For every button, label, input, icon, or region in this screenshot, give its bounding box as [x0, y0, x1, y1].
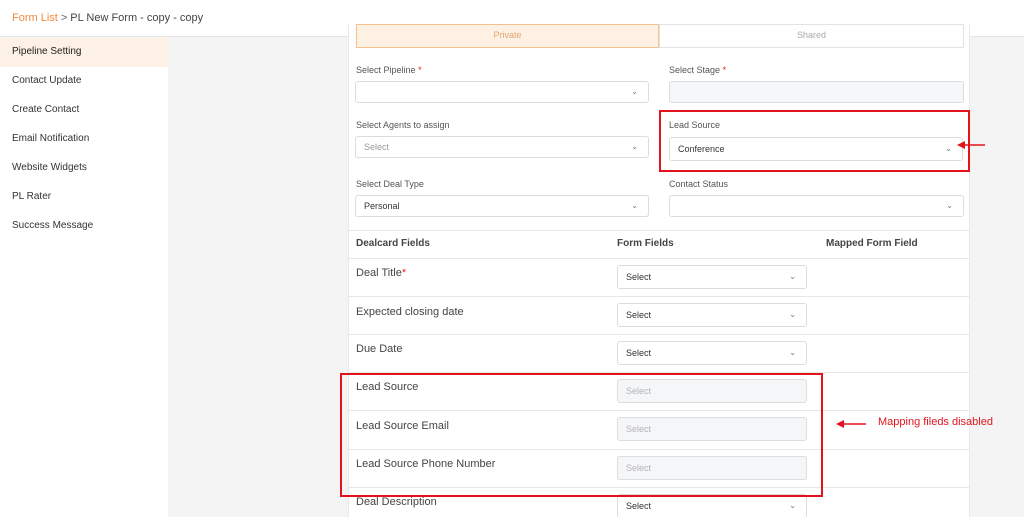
sidebar-item-pl-rater[interactable]: PL Rater	[0, 183, 168, 212]
header-dealcard-fields: Dealcard Fields	[356, 238, 430, 249]
sidebar-item-email-notification[interactable]: Email Notification	[0, 125, 168, 154]
breadcrumb-separator: >	[60, 12, 68, 24]
chevron-down-icon: ⌄	[631, 87, 638, 96]
deal-title-field-value: Select	[626, 272, 652, 282]
annotation-note: Mapping fileds disabled	[878, 416, 993, 428]
chevron-down-icon: ⌄	[789, 501, 796, 510]
due-date-field-value: Select	[626, 348, 652, 358]
required-mark: *	[418, 65, 422, 75]
pipeline-label: Select Pipeline *	[356, 65, 422, 75]
row-label-due-date: Due Date	[356, 343, 403, 355]
table-divider	[348, 258, 970, 259]
lead-source-highlight-box	[659, 110, 970, 172]
chevron-down-icon: ⌄	[631, 142, 638, 151]
row-label-expected-closing-date: Expected closing date	[356, 306, 464, 318]
header-mapped-form-field: Mapped Form Field	[826, 238, 918, 249]
shared-toggle-button[interactable]: Shared	[659, 24, 964, 48]
sidebar-item-website-widgets[interactable]: Website Widgets	[0, 154, 168, 183]
deal-description-field-value: Select	[626, 501, 652, 511]
deal-title-field-select[interactable]: Select ⌄	[617, 265, 807, 289]
table-divider	[348, 230, 970, 231]
due-date-field-select[interactable]: Select ⌄	[617, 341, 807, 365]
sidebar: Pipeline Setting Contact Update Create C…	[0, 38, 168, 517]
row-label-deal-title: Deal Title*	[356, 267, 406, 279]
right-gutter	[970, 38, 1024, 517]
arrow-left-icon	[836, 420, 866, 428]
chevron-down-icon: ⌄	[946, 201, 953, 210]
breadcrumb-form-list-link[interactable]: Form List	[12, 12, 58, 24]
sidebar-item-create-contact[interactable]: Create Contact	[0, 96, 168, 125]
disabled-mapping-highlight-box	[340, 373, 823, 497]
agents-select-value: Select	[364, 142, 390, 152]
arrow-left-icon	[957, 141, 985, 149]
row-label-deal-description: Deal Description	[356, 496, 437, 508]
sidebar-item-success-message[interactable]: Success Message	[0, 212, 168, 241]
agents-select[interactable]: Select ⌄	[355, 136, 649, 158]
deal-type-select[interactable]: Personal ⌄	[355, 195, 649, 217]
chevron-down-icon: ⌄	[631, 201, 638, 210]
table-row-divider	[348, 296, 970, 297]
breadcrumb: Form List > PL New Form - copy - copy	[12, 12, 203, 24]
stage-label: Select Stage *	[669, 65, 726, 75]
contact-status-select[interactable]: ⌄	[669, 195, 964, 217]
expected-closing-date-field-select[interactable]: Select ⌄	[617, 303, 807, 327]
sidebar-item-pipeline-setting[interactable]: Pipeline Setting	[0, 38, 168, 67]
stage-label-text: Select Stage	[669, 65, 721, 75]
private-toggle-button[interactable]: Private	[356, 24, 659, 48]
required-mark: *	[401, 267, 407, 279]
deal-type-label: Select Deal Type	[356, 179, 424, 189]
table-row-divider	[348, 334, 970, 335]
pipeline-select[interactable]: ⌄	[355, 81, 649, 103]
contact-status-label: Contact Status	[669, 179, 729, 189]
stage-select[interactable]	[669, 81, 964, 103]
required-mark: *	[722, 65, 727, 75]
pipeline-label-text: Select Pipeline	[356, 65, 416, 75]
deal-description-field-select[interactable]: Select ⌄	[617, 494, 807, 517]
agents-label: Select Agents to assign	[356, 120, 450, 130]
header-form-fields: Form Fields	[617, 238, 674, 249]
row-label-text: Deal Title	[356, 267, 402, 279]
chevron-down-icon: ⌄	[789, 272, 796, 281]
expected-closing-date-field-value: Select	[626, 310, 652, 320]
deal-type-select-value: Personal	[364, 201, 400, 211]
sidebar-item-contact-update[interactable]: Contact Update	[0, 67, 168, 96]
chevron-down-icon: ⌄	[789, 310, 796, 319]
chevron-down-icon: ⌄	[789, 348, 796, 357]
breadcrumb-current: PL New Form - copy - copy	[70, 12, 204, 24]
